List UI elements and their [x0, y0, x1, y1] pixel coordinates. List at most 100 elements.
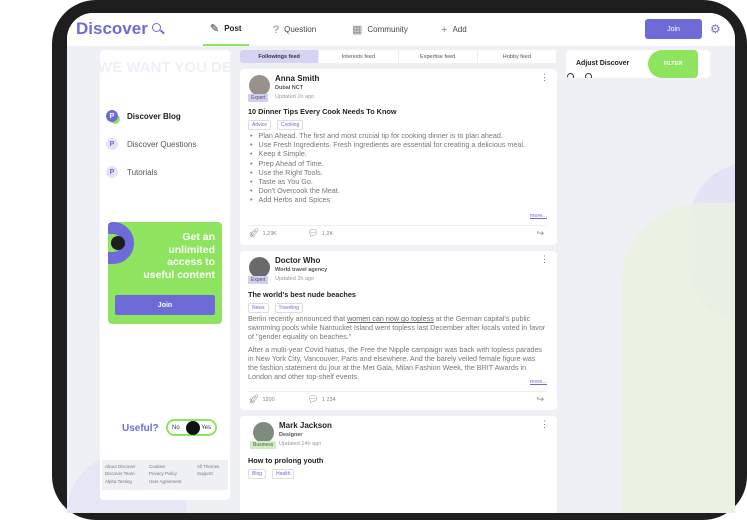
updated-time: Updated 1h ago — [275, 94, 315, 100]
nav-label: Add — [452, 25, 467, 34]
author-name[interactable]: Mark Jackson — [279, 421, 332, 430]
author-subtitle: Designer — [279, 432, 303, 438]
list-item: Add Herbs and Spices — [248, 195, 547, 204]
tags: Blog Health — [248, 469, 295, 479]
post-card: Expert Doctor Who World travel agency Up… — [240, 251, 557, 410]
role-badge: Expert — [248, 276, 269, 284]
post-body: Berlin recently announced that women can… — [248, 314, 547, 384]
author-subtitle: World travel agency — [275, 267, 328, 273]
filter-button[interactable]: FILTER — [648, 50, 698, 78]
join-button[interactable]: Join — [645, 19, 702, 39]
avatar[interactable] — [249, 75, 270, 96]
rocket-icon[interactable]: 🚀︎ — [248, 228, 259, 239]
sidebar-item-label: Discover Blog — [127, 111, 181, 121]
footer-links: About Discover Cookies All Themes Discover… — [102, 460, 228, 490]
likes-count: 1,23K — [262, 230, 277, 237]
post-card: Business Mark Jackson Designer Updated 1… — [240, 416, 557, 513]
useful-toggle[interactable]: No Yes — [166, 419, 217, 436]
left-sidebar: WE WANT YOU DEVELOP P Discover Blog P Disc… — [100, 50, 230, 500]
tab-followings[interactable]: Followings feed — [240, 50, 320, 63]
promo-join-button[interactable]: Join — [115, 295, 215, 315]
text: Berlin recently announced that — [248, 314, 348, 323]
panel-title: Adjust Discover — [576, 60, 630, 67]
share-icon[interactable]: ↪ — [536, 228, 544, 239]
sidebar-item-label: Tutorials — [127, 167, 158, 177]
list-item: Taste as You Go. — [248, 177, 547, 186]
chevron-down-icon[interactable] — [585, 73, 592, 78]
nav-question[interactable]: ? Question — [273, 13, 316, 46]
footer-link[interactable]: User Agreement — [149, 479, 197, 486]
tag[interactable]: Blog — [248, 469, 267, 479]
toggle-yes: Yes — [201, 424, 211, 431]
tab-interests[interactable]: Interests feed — [319, 50, 399, 63]
avatar[interactable] — [249, 257, 270, 278]
post-title[interactable]: The world's best nude beaches — [248, 290, 356, 299]
sidebar-item-discover-questions[interactable]: P Discover Questions — [106, 138, 196, 150]
comment-icon[interactable]: 💬︎ — [307, 394, 318, 405]
tab-expertise[interactable]: Expertise feed — [399, 50, 478, 63]
role-badge: Business — [250, 441, 277, 449]
toggle-no: No — [172, 424, 180, 431]
more-link[interactable]: more... — [530, 213, 547, 219]
more-link[interactable]: more... — [530, 379, 547, 385]
post-title[interactable]: How to prolong youth — [248, 456, 323, 465]
comment-icon[interactable]: 💬︎ — [307, 228, 318, 239]
questions-icon: P — [106, 138, 118, 150]
more-options-icon[interactable]: ⋮ — [540, 420, 549, 429]
list-item: Prep Ahead of Time. — [248, 159, 547, 168]
footer-link[interactable]: Privacy Policy — [149, 471, 197, 478]
toggle-knob[interactable] — [186, 421, 200, 435]
tag[interactable]: News — [248, 303, 269, 313]
list-item: Use Fresh Ingredients. Fresh ingredients… — [248, 140, 547, 149]
author-name[interactable]: Doctor Who — [275, 256, 320, 265]
more-options-icon[interactable]: ⋮ — [540, 73, 549, 82]
author-name[interactable]: Anna Smith — [275, 74, 319, 83]
promo-text: Get an unlimited access to useful conten… — [143, 231, 215, 281]
footer-link[interactable]: All Themes — [197, 464, 227, 471]
share-icon[interactable]: ↪ — [536, 394, 544, 405]
footer-link[interactable]: Discover Team — [105, 471, 149, 478]
tags: News Traveling — [248, 303, 303, 313]
footer-link[interactable]: Support — [197, 471, 227, 478]
chevron-down-icon[interactable] — [567, 73, 574, 78]
tag[interactable]: Advice — [248, 120, 272, 130]
nav-post[interactable]: ✎ Post — [203, 13, 249, 46]
nav-label: Question — [284, 25, 317, 34]
updated-time: Updated 2h ago — [275, 276, 315, 282]
footer-link[interactable]: About Discover — [105, 464, 149, 471]
sidebar-item-tutorials[interactable]: P Tutorials — [106, 166, 157, 178]
post-title[interactable]: 10 Dinner Tips Every Cook Needs To Know — [248, 107, 397, 116]
tab-hobby[interactable]: Hobby feed — [478, 50, 557, 63]
footer-link[interactable]: Alpha Testing — [105, 479, 149, 486]
more-options-icon[interactable]: ⋮ — [540, 255, 549, 264]
feed-tabs: Followings feed Interests feed Expertise… — [240, 50, 557, 63]
rocket-icon[interactable]: 🚀︎ — [248, 394, 259, 405]
post-card: Expert Anna Smith Dubai NCT Updated 1h a… — [240, 69, 557, 245]
blog-icon: P — [106, 110, 118, 122]
inline-link[interactable]: women can now go topless — [347, 314, 434, 323]
nav-label: Post — [224, 24, 242, 33]
tag[interactable]: Health — [272, 469, 295, 479]
tag[interactable]: Traveling — [274, 303, 303, 313]
tag[interactable]: Cooking — [277, 120, 304, 130]
sidebar-item-label: Discover Questions — [127, 139, 197, 149]
tags: Advice Cooking — [248, 120, 304, 130]
adjust-discover-panel: Adjust Discover FILTER — [566, 50, 710, 78]
paragraph: Berlin recently announced that women can… — [248, 314, 547, 342]
paragraph: After a multi-year Covid hiatus, the Fre… — [248, 344, 543, 382]
footer-link[interactable]: Cookies — [149, 464, 197, 471]
gear-icon[interactable]: ⚙ — [710, 22, 721, 36]
post-actions: 🚀︎ 1,23K 💬︎ 1,2K ↪ — [248, 225, 547, 241]
search-icon[interactable] — [152, 23, 161, 32]
nav-community[interactable]: ▦ Community — [352, 13, 408, 46]
sidebar-item-discover-blog[interactable]: P Discover Blog — [106, 110, 181, 122]
logo[interactable]: Discover — [76, 19, 148, 39]
nav-add[interactable]: + Add — [441, 13, 467, 46]
nav-label: Community — [367, 25, 408, 34]
comments-count: 1 234 — [321, 396, 336, 403]
list-item: Keep it Simple. — [248, 149, 547, 158]
avatar[interactable] — [253, 422, 274, 443]
updated-time: Updated 14h ago — [279, 441, 322, 447]
grid-icon: ▦ — [352, 24, 363, 36]
likes-count: 1200 — [262, 396, 275, 403]
